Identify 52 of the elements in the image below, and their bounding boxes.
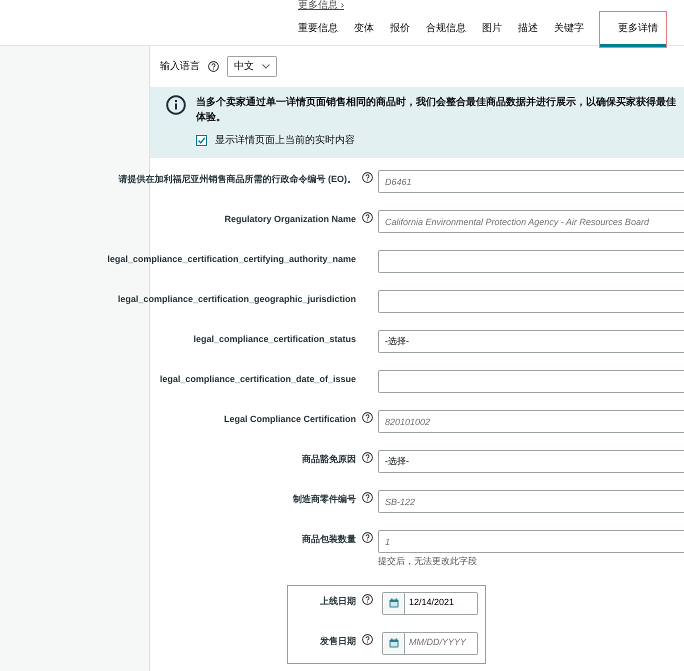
help-icon[interactable]	[208, 61, 219, 72]
help-icon[interactable]	[362, 172, 372, 183]
text-field[interactable]	[378, 250, 684, 273]
field-label: 商品包装数量	[302, 533, 356, 546]
tab[interactable]: 更多详情	[600, 12, 666, 47]
help-icon[interactable]	[362, 212, 372, 223]
select-field[interactable]: -选择-	[378, 330, 684, 353]
checkbox-label: 显示详情页面上当前的实时内容	[215, 134, 355, 148]
date-field[interactable]: 12/14/2021	[382, 592, 478, 614]
field-label: Regulatory Organization Name	[224, 213, 356, 226]
text-field[interactable]: SB-122	[378, 490, 684, 513]
language-dropdown[interactable]: 中文	[227, 56, 277, 77]
help-icon[interactable]	[362, 492, 372, 503]
notice-text: 当多个卖家通过单一详情页面销售相同的商品时，我们会整合最佳商品数据并进行展示，以确保买家获得最佳体验。	[196, 95, 676, 125]
field-label: Legal Compliance Certification	[224, 413, 356, 426]
select-field[interactable]: -选择-	[378, 450, 684, 473]
help-icon[interactable]	[362, 452, 372, 463]
tab[interactable]: 变体	[346, 17, 382, 47]
tab[interactable]: 报价	[382, 17, 418, 47]
field-label: legal_compliance_certification_status	[193, 333, 356, 346]
help-icon[interactable]	[362, 412, 372, 423]
text-field[interactable]	[378, 290, 684, 313]
help-icon[interactable]	[362, 634, 372, 644]
tab[interactable]: 关键字	[546, 17, 592, 47]
tab[interactable]: 图片	[474, 17, 510, 47]
help-icon[interactable]	[362, 532, 372, 543]
field-label: legal_compliance_certification_geographic_jurisdiction	[118, 293, 356, 306]
calendar-icon[interactable]	[388, 638, 398, 648]
text-field[interactable]: 820101002	[378, 410, 684, 433]
field-label: 上线日期	[320, 594, 356, 608]
help-icon[interactable]	[362, 594, 372, 604]
info-icon	[166, 95, 186, 115]
field-label: 制造商零件编号	[293, 493, 356, 506]
field-label: legal_compliance_certification_date_of_issue	[160, 373, 356, 386]
field-label: legal_compliance_certification_certifying_authority_name	[107, 253, 356, 266]
calendar-icon[interactable]	[388, 598, 398, 608]
language-label: 输入语言	[160, 60, 200, 74]
field-label: 请提供在加利福尼亚州销售商品所需的行政命令编号 (EO)。	[118, 173, 356, 186]
checkbox[interactable]	[196, 135, 207, 146]
tab[interactable]: 描述	[510, 17, 546, 47]
tab[interactable]: 合规信息	[418, 17, 474, 47]
field-label: 商品豁免原因	[302, 453, 356, 466]
tab[interactable]: 重要信息	[290, 17, 346, 47]
field-label: 发售日期	[320, 634, 356, 648]
field-hint: 提交后，无法更改此字段	[378, 555, 478, 568]
text-field[interactable]: California Environmental Protection Agency - Air Resources Board	[378, 210, 684, 233]
more-info-link[interactable]: 更多信息 ›	[298, 0, 344, 11]
text-field[interactable]	[378, 370, 684, 393]
chevron-icon	[262, 64, 270, 69]
text-field[interactable]: D6461	[378, 170, 684, 193]
date-field[interactable]: MM/DD/YYYY	[382, 632, 478, 654]
text-field[interactable]: 1	[378, 530, 684, 553]
